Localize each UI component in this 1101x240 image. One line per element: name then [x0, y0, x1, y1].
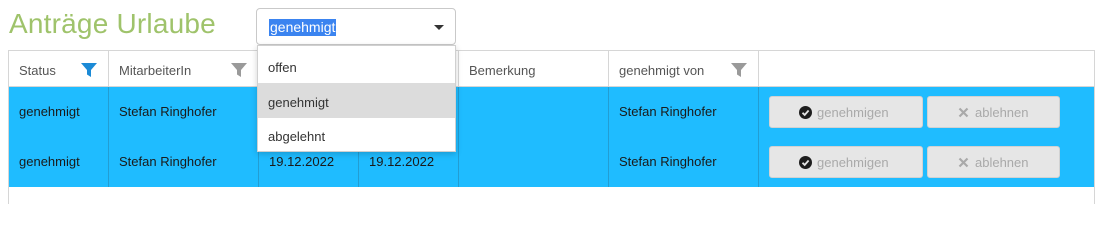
column-header-approved-by[interactable]: genehmigt von [609, 51, 759, 87]
option-offen[interactable]: offen [258, 48, 455, 83]
cell-approved-by: Stefan Ringhofer [609, 87, 759, 137]
cell-status: genehmigt [9, 87, 109, 137]
column-header-status[interactable]: Status [9, 51, 109, 87]
cell-approved-by: Stefan Ringhofer [609, 137, 759, 187]
status-select-value[interactable]: genehmigt [269, 19, 337, 36]
filter-icon[interactable] [81, 63, 97, 77]
option-abgelehnt[interactable]: abgelehnt [258, 117, 455, 152]
cell-employee: Stefan Ringhofer [109, 87, 259, 137]
filter-icon[interactable] [231, 63, 247, 77]
close-icon [958, 107, 969, 118]
check-circle-icon [799, 106, 812, 119]
table-row[interactable]: genehmigt Stefan Ringhofer 19.12.2022 19… [9, 137, 1094, 187]
close-icon [958, 157, 969, 168]
option-genehmigt[interactable]: genehmigt [258, 83, 455, 118]
approve-button[interactable]: genehmigen [769, 146, 923, 178]
table-header: Status MitarbeiterIn Bemerkung genehmigt… [9, 51, 1094, 87]
status-select[interactable]: genehmigt [256, 8, 456, 45]
column-header-employee[interactable]: MitarbeiterIn [109, 51, 259, 87]
column-header-remark[interactable]: Bemerkung [459, 51, 609, 87]
page-title: Anträge Urlaube [9, 8, 216, 39]
cell-remark [459, 137, 609, 187]
table-row[interactable]: genehmigt Stefan Ringhofer Stefan Ringho… [9, 87, 1094, 137]
chevron-down-icon[interactable] [434, 25, 444, 30]
status-dropdown-list: offen genehmigt abgelehnt [257, 45, 456, 152]
cell-remark [459, 87, 609, 137]
reject-button[interactable]: ablehnen [927, 146, 1060, 178]
cell-actions: genehmigen ablehnen [759, 87, 1096, 137]
filter-icon[interactable] [731, 63, 747, 77]
requests-table: Status MitarbeiterIn Bemerkung genehmigt… [8, 50, 1095, 204]
cell-employee: Stefan Ringhofer [109, 137, 259, 187]
column-header-actions [759, 51, 1096, 87]
reject-button[interactable]: ablehnen [927, 96, 1060, 128]
cell-status: genehmigt [9, 137, 109, 187]
check-circle-icon [799, 156, 812, 169]
cell-actions: genehmigen ablehnen [759, 137, 1096, 187]
approve-button[interactable]: genehmigen [769, 96, 923, 128]
